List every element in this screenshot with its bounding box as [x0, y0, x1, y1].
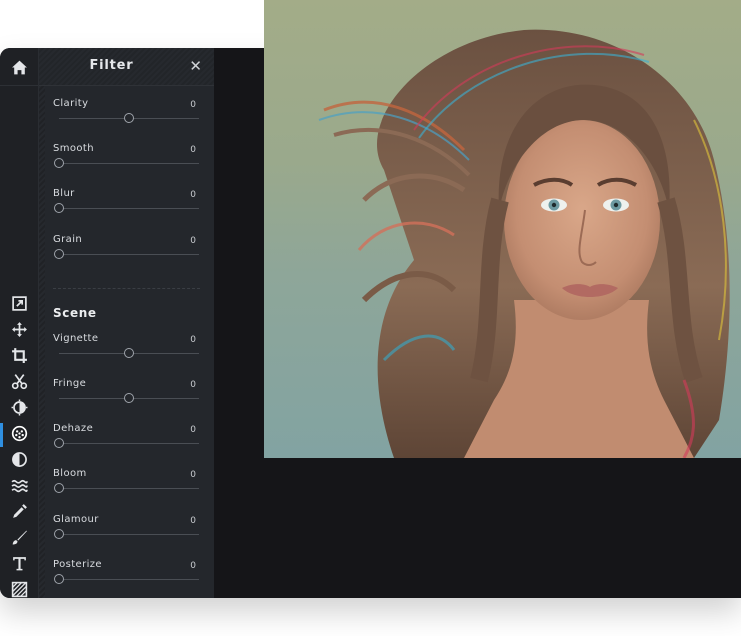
section-divider — [53, 288, 200, 289]
slider-value: 0 — [190, 236, 196, 246]
eyedropper-icon — [11, 503, 28, 524]
slider-value: 0 — [190, 425, 196, 435]
cut-tool[interactable] — [0, 370, 38, 396]
slider-track[interactable] — [59, 113, 199, 123]
slider-label: Posterize — [53, 559, 102, 570]
text-icon — [11, 555, 28, 576]
slider-knob[interactable] — [54, 529, 64, 539]
slider-knob[interactable] — [54, 249, 64, 259]
cut-icon — [11, 373, 28, 394]
slider-track[interactable] — [54, 158, 199, 168]
slider-track[interactable] — [59, 348, 199, 358]
texture-tool[interactable] — [0, 578, 38, 598]
wave-tool[interactable] — [0, 474, 38, 500]
filter-panel: Filter ✕ Clarity 0 Smooth 0 Blur 0 Grain… — [39, 48, 214, 598]
slider-glamour: Glamour 0 — [39, 514, 214, 558]
slider-knob[interactable] — [54, 438, 64, 448]
slider-label: Fringe — [53, 378, 87, 389]
slider-fringe: Fringe 0 — [39, 378, 214, 422]
slider-track[interactable] — [54, 438, 199, 448]
slider-value: 0 — [190, 380, 196, 390]
slider-knob[interactable] — [54, 203, 64, 213]
slider-knob[interactable] — [54, 483, 64, 493]
slider-vignette: Vignette 0 — [39, 333, 214, 377]
tool-sidebar — [0, 48, 39, 598]
slider-knob[interactable] — [124, 393, 134, 403]
section-title-scene: Scene — [53, 306, 97, 320]
portrait-illustration — [318, 29, 730, 458]
slider-knob[interactable] — [54, 158, 64, 168]
slider-label: Vignette — [53, 333, 99, 344]
slider-track[interactable] — [54, 574, 199, 584]
wave-icon — [10, 477, 28, 498]
slider-label: Dehaze — [53, 423, 94, 434]
slider-label: Glamour — [53, 514, 99, 525]
crop-icon — [11, 347, 28, 368]
slider-posterize: Posterize 0 — [39, 559, 214, 598]
move-tool[interactable] — [0, 318, 38, 344]
home-icon — [11, 59, 28, 80]
slider-track[interactable] — [54, 203, 199, 213]
eyedropper-tool[interactable] — [0, 500, 38, 526]
slider-clarity: Clarity 0 — [39, 98, 214, 142]
effect-icon — [11, 451, 28, 472]
slider-label: Smooth — [53, 143, 94, 154]
slider-knob[interactable] — [124, 113, 134, 123]
slider-value: 0 — [190, 100, 196, 110]
slider-dehaze: Dehaze 0 — [39, 423, 214, 467]
slider-grain: Grain 0 — [39, 234, 214, 278]
slider-value: 0 — [190, 145, 196, 155]
slider-label: Blur — [53, 188, 75, 199]
slider-blur: Blur 0 — [39, 188, 214, 232]
slider-value: 0 — [190, 335, 196, 345]
move-icon — [11, 321, 28, 342]
slider-value: 0 — [190, 190, 196, 200]
toolbar-divider — [0, 85, 38, 86]
filter-icon — [11, 425, 28, 446]
panel-title: Filter — [89, 58, 134, 73]
slider-label: Clarity — [53, 98, 89, 109]
slider-track[interactable] — [59, 393, 199, 403]
export-icon — [11, 295, 28, 316]
home-button[interactable] — [0, 54, 38, 84]
slider-label: Bloom — [53, 468, 87, 479]
slider-label: Grain — [53, 234, 83, 245]
filter-tool[interactable] — [0, 422, 38, 448]
close-icon[interactable]: ✕ — [189, 57, 202, 75]
slider-track[interactable] — [54, 249, 199, 259]
slider-value: 0 — [190, 470, 196, 480]
text-tool[interactable] — [0, 552, 38, 578]
adjust-tool[interactable] — [0, 396, 38, 422]
brush-icon — [11, 529, 28, 550]
slider-bloom: Bloom 0 — [39, 468, 214, 512]
export-tool[interactable] — [0, 292, 38, 318]
slider-smooth: Smooth 0 — [39, 143, 214, 187]
slider-value: 0 — [190, 516, 196, 526]
brush-tool[interactable] — [0, 526, 38, 552]
effect-tool[interactable] — [0, 448, 38, 474]
crop-tool[interactable] — [0, 344, 38, 370]
slider-knob[interactable] — [124, 348, 134, 358]
slider-knob[interactable] — [54, 574, 64, 584]
panel-header: Filter ✕ — [39, 48, 214, 86]
adjust-icon — [11, 399, 28, 420]
canvas-photo[interactable] — [264, 0, 741, 458]
texture-icon — [11, 581, 28, 599]
slider-track[interactable] — [54, 483, 199, 493]
slider-value: 0 — [190, 561, 196, 571]
slider-track[interactable] — [54, 529, 199, 539]
